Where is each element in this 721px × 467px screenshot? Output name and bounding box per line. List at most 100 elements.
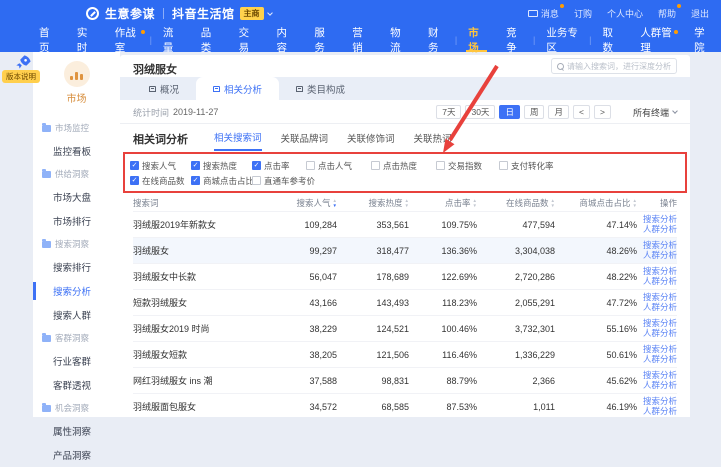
nav-item-realtime[interactable]: 实时 [66, 27, 104, 52]
col-header-search-popularity[interactable]: 搜索人气▲▼ [265, 197, 337, 209]
subtab-modifier-words[interactable]: 关联修饰词 [347, 128, 395, 150]
sidebar-item-customer-perspective[interactable]: 客群透视 [33, 373, 120, 397]
nav-item-logistics[interactable]: 物流 [379, 27, 417, 52]
sidebar-item-product-insight[interactable]: 产品洞察 [33, 443, 120, 467]
prev-page-button[interactable]: < [573, 105, 590, 120]
sidebar-item-monitor-board[interactable]: 监控看板 [33, 139, 120, 163]
nav-item-war-room[interactable]: 作战室 [104, 27, 150, 52]
checkbox-icon[interactable] [252, 176, 261, 185]
metric-online-products[interactable]: ✓在线商品数 [130, 175, 191, 187]
metric-click-heat[interactable]: 点击热度 [371, 160, 436, 172]
range-day-button[interactable]: 日 [499, 105, 520, 120]
keyword-search-box[interactable] [551, 58, 677, 74]
table-row[interactable]: 羽绒服女中长款 56,047 178,689 122.69% 2,720,286… [133, 263, 677, 289]
audience-analysis-link[interactable]: 人群分析 [643, 303, 677, 313]
tab-related-analysis[interactable]: 相关分析 [196, 77, 279, 100]
table-row[interactable]: 羽绒服女 99,297 318,477 136.36% 3,304,038 48… [133, 237, 677, 263]
table-row[interactable]: 网红羽绒服女 ins 潮 37,588 98,831 88.79% 2,366 … [133, 367, 677, 393]
checkbox-icon[interactable]: ✓ [191, 176, 200, 185]
nav-item-content[interactable]: 内容 [266, 27, 304, 52]
nav-item-competition[interactable]: 竞争 [495, 27, 533, 52]
audience-analysis-link[interactable]: 人群分析 [643, 355, 677, 365]
search-input[interactable] [567, 62, 671, 71]
checkbox-icon[interactable]: ✓ [191, 161, 200, 170]
quick-link-subscribe[interactable]: 订购 [574, 7, 592, 20]
sidebar-item-search-audience[interactable]: 搜索人群 [33, 303, 120, 327]
range-week-button[interactable]: 周 [524, 105, 545, 120]
checkbox-icon[interactable]: ✓ [130, 176, 139, 185]
quick-link-messages[interactable]: 消息 [528, 7, 559, 20]
nav-item-market[interactable]: 市场 [457, 27, 495, 52]
sidebar-item-market-overview[interactable]: 市场大盘 [33, 185, 120, 209]
metric-mall-click-ratio[interactable]: ✓商城点击占比 [191, 175, 252, 187]
quick-link-account[interactable]: 个人中心 [607, 7, 643, 20]
nav-item-data-extract[interactable]: 取数 [591, 27, 629, 52]
audience-analysis-link[interactable]: 人群分析 [643, 329, 677, 339]
nav-item-service[interactable]: 服务 [303, 27, 341, 52]
nav-item-business-zone[interactable]: 业务专区 [535, 27, 589, 52]
nav-item-marketing[interactable]: 营销 [341, 27, 379, 52]
audience-analysis-link[interactable]: 人群分析 [643, 381, 677, 391]
search-analysis-link[interactable]: 搜索分析 [643, 371, 677, 381]
search-analysis-link[interactable]: 搜索分析 [643, 397, 677, 407]
audience-analysis-link[interactable]: 人群分析 [643, 251, 677, 261]
metric-click-rate[interactable]: ✓点击率 [252, 160, 306, 172]
nav-item-traffic[interactable]: 流量 [152, 27, 190, 52]
metric-click-popularity[interactable]: 点击人气 [306, 160, 371, 172]
sidebar-item-attribute-insight[interactable]: 属性洞察 [33, 419, 120, 443]
search-analysis-link[interactable]: 搜索分析 [643, 241, 677, 251]
subtab-brand-words[interactable]: 关联品牌词 [281, 128, 329, 150]
col-header-mall-click-ratio[interactable]: 商城点击占比▲▼ [555, 197, 637, 209]
audience-analysis-link[interactable]: 人群分析 [643, 277, 677, 287]
metric-transaction-index[interactable]: 交易指数 [436, 160, 499, 172]
sidebar-item-market-ranking[interactable]: 市场排行 [33, 209, 120, 233]
table-row[interactable]: 羽绒服面包服女 34,572 68,585 87.53% 1,011 46.19… [133, 393, 677, 419]
checkbox-icon[interactable] [499, 161, 508, 170]
col-header-online-products[interactable]: 在线商品数▲▼ [477, 197, 555, 209]
search-analysis-link[interactable]: 搜索分析 [643, 345, 677, 355]
checkbox-icon[interactable]: ✓ [252, 161, 261, 170]
table-row[interactable]: 短款羽绒服女 43,166 143,493 118.23% 2,055,291 … [133, 289, 677, 315]
search-analysis-link[interactable]: 搜索分析 [643, 293, 677, 303]
tab-category-composition[interactable]: 类目构成 [279, 77, 362, 100]
range-month-button[interactable]: 月 [548, 105, 569, 120]
metric-ztc-reference-price[interactable]: 直通车参考价 [252, 175, 306, 187]
search-analysis-link[interactable]: 搜索分析 [643, 319, 677, 329]
range-7d-button[interactable]: 7天 [436, 105, 461, 120]
sidebar-item-search-analysis[interactable]: 搜索分析 [33, 279, 120, 303]
search-analysis-link[interactable]: 搜索分析 [643, 267, 677, 277]
terminal-selector[interactable]: 所有终端 [633, 106, 677, 119]
nav-item-academy[interactable]: 学院 [683, 27, 721, 52]
quick-link-help[interactable]: 帮助 [658, 7, 676, 20]
search-analysis-link[interactable]: 搜索分析 [643, 215, 677, 225]
col-header-click-rate[interactable]: 点击率▲▼ [409, 197, 477, 209]
tab-overview[interactable]: 概况 [132, 77, 196, 100]
nav-item-transaction[interactable]: 交易 [228, 27, 266, 52]
table-row[interactable]: 羽绒服2019年新款女 109,284 353,561 109.75% 477,… [133, 211, 677, 237]
next-page-button[interactable]: > [594, 105, 611, 120]
metric-search-heat[interactable]: ✓搜索热度 [191, 160, 252, 172]
quick-link-logout[interactable]: 退出 [691, 7, 709, 20]
nav-item-home[interactable]: 首页 [28, 27, 66, 52]
table-row[interactable]: 羽绒服女2019 时尚 38,229 124,521 100.46% 3,732… [133, 315, 677, 341]
nav-item-category[interactable]: 品类 [190, 27, 228, 52]
metric-payment-conversion[interactable]: 支付转化率 [499, 160, 685, 172]
table-row[interactable]: 羽绒服女短款 38,205 121,506 116.46% 1,336,229 … [133, 341, 677, 367]
audience-analysis-link[interactable]: 人群分析 [643, 407, 677, 417]
checkbox-icon[interactable]: ✓ [130, 161, 139, 170]
sidebar-item-search-ranking[interactable]: 搜索排行 [33, 255, 120, 279]
subtab-hot-words[interactable]: 关联热词 [414, 128, 452, 150]
checkbox-icon[interactable] [436, 161, 445, 170]
version-note-badge[interactable]: 版本说明 [2, 70, 40, 83]
shop-switch-chevron-icon[interactable] [267, 10, 273, 16]
range-30d-button[interactable]: 30天 [465, 105, 495, 120]
subtab-related-search-words[interactable]: 相关搜索词 [214, 127, 262, 151]
checkbox-icon[interactable] [371, 161, 380, 170]
checkbox-icon[interactable] [306, 161, 315, 170]
col-header-search-heat[interactable]: 搜索热度▲▼ [337, 197, 409, 209]
metric-search-popularity[interactable]: ✓搜索人气 [130, 160, 191, 172]
audience-analysis-link[interactable]: 人群分析 [643, 225, 677, 235]
nav-item-audience-management[interactable]: 人群管理 [629, 27, 683, 52]
sidebar-item-industry-customers[interactable]: 行业客群 [33, 349, 120, 373]
nav-item-finance[interactable]: 财务 [417, 27, 455, 52]
